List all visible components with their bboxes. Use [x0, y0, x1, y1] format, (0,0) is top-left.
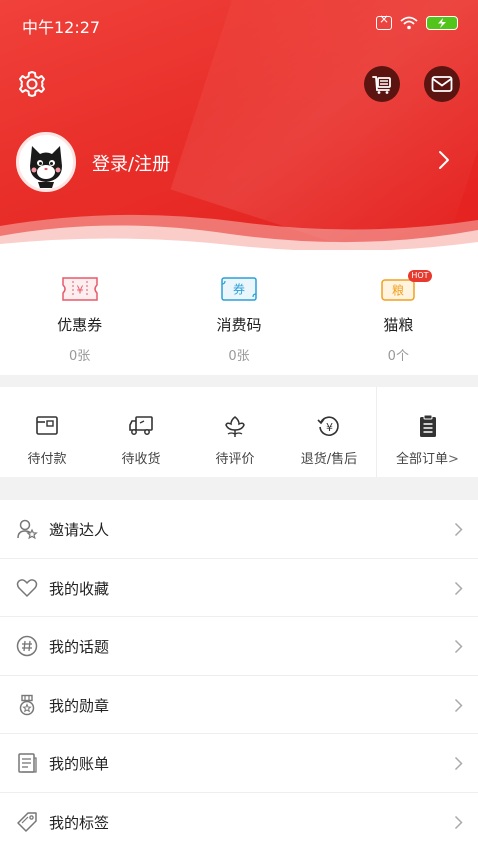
chevron-right-icon[interactable]	[438, 150, 450, 170]
wifi-icon	[400, 16, 418, 30]
menu-label: 我的收藏	[49, 579, 110, 598]
menu-label: 我的账单	[49, 755, 110, 773]
order-pending-payment[interactable]: 待付款	[0, 387, 94, 477]
orders-panel: 待付款 待收货 待评价 ¥ 退货/售后 全部订单>	[0, 387, 478, 477]
heart-icon	[16, 578, 38, 597]
order-label: 退货/售后	[300, 452, 358, 467]
status-icons	[376, 12, 458, 30]
settings-gear-icon[interactable]	[18, 70, 46, 98]
order-pending-review[interactable]: 待评价	[188, 387, 282, 477]
asset-cat-food[interactable]: 粮 HOT 猫粮 0个	[319, 250, 478, 375]
coupon-icon: ¥	[61, 277, 98, 301]
cat-food-icon-wrap: 粮 HOT	[379, 270, 432, 302]
order-all[interactable]: 全部订单>	[376, 387, 478, 477]
profile-header: 中午12:27 × 登录/注册	[0, 0, 478, 250]
menu-item-invite[interactable]: 邀请达人	[0, 500, 478, 559]
chevron-right-icon	[454, 756, 463, 771]
truck-icon	[129, 416, 153, 435]
asset-title: 优惠券	[57, 316, 103, 334]
invite-user-icon	[17, 519, 38, 540]
asset-title: 消费码	[216, 316, 262, 334]
voucher-icon-text: 券	[233, 282, 245, 297]
wallet-icon	[36, 416, 58, 435]
svg-text:¥: ¥	[326, 421, 333, 434]
refund-icon: ¥	[317, 416, 339, 436]
chevron-right-icon	[454, 815, 463, 829]
order-label: 待付款	[27, 452, 67, 467]
chevron-right-icon	[454, 698, 463, 712]
avatar[interactable]	[16, 132, 76, 192]
cart-button[interactable]	[364, 66, 400, 102]
chevron-right-icon	[454, 581, 463, 595]
coupon-icon-text: ¥	[76, 284, 83, 297]
menu-label: 我的话题	[49, 638, 110, 656]
asset-voucher-codes[interactable]: 券 消费码 0张	[159, 250, 318, 375]
asset-coupons[interactable]: ¥ 优惠券 0张	[0, 250, 159, 375]
voucher-code-icon: 券	[221, 277, 257, 301]
asset-count: 0个	[387, 349, 409, 364]
asset-count: 0张	[228, 349, 250, 364]
chevron-right-icon: >	[448, 452, 459, 467]
order-pending-receipt[interactable]: 待收货	[94, 387, 188, 477]
menu-label: 我的勋章	[49, 696, 110, 715]
cart-icon	[372, 76, 391, 94]
order-label: 待评价	[215, 452, 255, 467]
header-wave	[0, 214, 478, 250]
medal-icon	[19, 694, 35, 715]
status-time: 中午12:27	[22, 18, 101, 37]
assets-panel: ¥ 优惠券 0张 券 消费码 0张 粮 HOT 猫粮 0个	[0, 250, 478, 375]
asset-title: 猫粮	[383, 316, 414, 334]
order-label: 待收货	[121, 452, 161, 467]
menu-list: 邀请达人 我的收藏 我的话题 我的勋章 我的账单 我的标签	[0, 500, 478, 850]
chevron-right-icon	[454, 639, 463, 654]
menu-item-medals[interactable]: 我的勋章	[0, 676, 478, 734]
clipboard-icon	[419, 414, 436, 437]
notification-icon	[376, 12, 392, 30]
cat-food-icon-text: 粮	[392, 283, 404, 298]
menu-label: 我的标签	[49, 813, 110, 832]
message-button[interactable]	[424, 66, 460, 102]
battery-icon	[426, 16, 458, 30]
hashtag-icon	[16, 635, 38, 657]
hot-badge: HOT	[408, 270, 432, 282]
review-flower-icon	[225, 416, 245, 437]
menu-item-tags[interactable]: 我的标签	[0, 793, 478, 850]
menu-item-topics[interactable]: 我的话题	[0, 617, 478, 676]
order-returns[interactable]: ¥ 退货/售后	[282, 387, 376, 477]
cat-avatar-icon	[20, 136, 72, 188]
order-label: 全部订单>	[396, 452, 459, 467]
bill-icon	[18, 753, 37, 773]
menu-item-favorites[interactable]: 我的收藏	[0, 559, 478, 617]
chevron-right-icon	[454, 522, 463, 537]
menu-item-bills[interactable]: 我的账单	[0, 734, 478, 793]
envelope-icon	[431, 76, 453, 92]
login-register-link[interactable]: 登录/注册	[92, 150, 170, 176]
asset-count: 0张	[69, 349, 91, 364]
menu-label: 邀请达人	[49, 521, 110, 539]
tag-icon	[17, 811, 37, 832]
